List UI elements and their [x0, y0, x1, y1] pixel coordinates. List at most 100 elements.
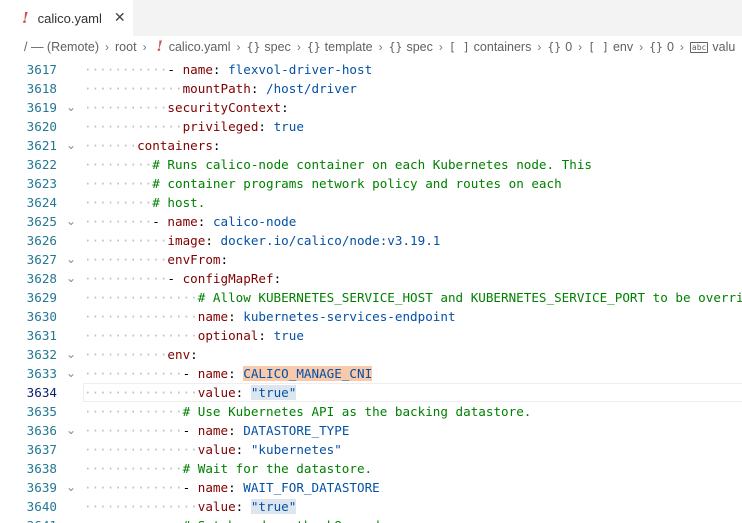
yaml-punctuation: :	[250, 81, 266, 96]
code-text[interactable]: ·············- name: CALICO_MANAGE_CNI	[84, 364, 373, 383]
yaml-value: true	[273, 328, 304, 343]
breadcrumb-item[interactable]: {} template	[307, 40, 373, 54]
code-text[interactable]: ·······containers:	[84, 136, 221, 155]
breadcrumb-item[interactable]: abc valu	[689, 40, 735, 54]
code-line[interactable]: 3620 ·············privileged: true	[0, 117, 742, 136]
breadcrumb-label: spec	[264, 40, 291, 54]
code-line[interactable]: 3619 ⌄ ···········securityContext:	[0, 98, 742, 117]
fold-chevron-icon[interactable]: ⌄	[66, 136, 80, 155]
breadcrumb-item[interactable]: / — (Remote)	[24, 40, 99, 54]
code-text[interactable]: ···············# Allow KUBERNETES_SERVIC…	[84, 288, 742, 307]
code-text[interactable]: ···············name: kubernetes-services…	[84, 307, 456, 326]
code-text[interactable]: ·········# host.	[84, 193, 205, 212]
breadcrumb-item[interactable]: {} spec	[389, 40, 433, 54]
code-text[interactable]: ·········# container programs network po…	[84, 174, 562, 193]
code-line[interactable]: 3638 ·············# Wait for the datastor…	[0, 459, 742, 478]
fold-chevron-icon[interactable]: ⌄	[66, 212, 80, 231]
yaml-punctuation: :	[273, 271, 282, 286]
fold-chevron-icon[interactable]: ⌄	[66, 421, 80, 440]
line-number: 3618	[26, 81, 57, 96]
line-number: 3620	[26, 119, 57, 134]
code-line[interactable]: 3625 ⌄ ·········- name: calico-node	[0, 212, 742, 231]
code-text[interactable]: ···············optional: true	[84, 326, 304, 345]
code-text[interactable]: ···········env:	[84, 345, 198, 364]
code-line[interactable]: 3636 ⌄ ·············- name: DATASTORE_TYPE	[0, 421, 742, 440]
code-text[interactable]: ···········envFrom:	[84, 250, 228, 269]
breadcrumb-item[interactable]: [ ] containers	[449, 40, 531, 54]
code-text[interactable]: ···············value: "true"	[84, 497, 297, 516]
code-line[interactable]: 3621 ⌄ ·······containers:	[0, 136, 742, 155]
code-text[interactable]: ···········- name: flexvol-driver-host	[84, 60, 372, 79]
code-line[interactable]: 3635 ·············# Use Kubernetes API as…	[0, 402, 742, 421]
code-text[interactable]: ···············value: "kubernetes"	[84, 440, 342, 459]
code-line[interactable]: 3627 ⌄ ···········envFrom:	[0, 250, 742, 269]
code-text[interactable]: ·············# Set based on the k8s node…	[84, 516, 433, 523]
code-line[interactable]: 3622 ·········# Runs calico-node containe…	[0, 155, 742, 174]
code-line[interactable]: 3632 ⌄ ···········env:	[0, 345, 742, 364]
line-number: 3621	[26, 138, 57, 153]
code-line[interactable]: 3631 ···············optional: true	[0, 326, 742, 345]
array-icon: [ ]	[588, 40, 609, 54]
current-code-line[interactable]: 3634 ···············value: "true"	[0, 383, 742, 402]
breadcrumb-item[interactable]: [ ] env	[588, 40, 633, 54]
code-text[interactable]: ·············- name: DATASTORE_TYPE	[84, 421, 349, 440]
code-text[interactable]: ···············value: "true"	[84, 383, 297, 402]
yaml-punctuation: :	[258, 119, 274, 134]
code-line[interactable]: 3639 ⌄ ·············- name: WAIT_FOR_DATAS…	[0, 478, 742, 497]
breadcrumb-separator-icon: ›	[679, 40, 684, 54]
code-text[interactable]: ·············- name: WAIT_FOR_DATASTORE	[84, 478, 380, 497]
yaml-key: envFrom	[167, 252, 221, 267]
code-text[interactable]: ·············# Wait for the datastore.	[84, 459, 372, 478]
fold-chevron-icon[interactable]: ⌄	[66, 269, 80, 288]
code-text[interactable]: ·············# Use Kubernetes API as the…	[84, 402, 531, 421]
breadcrumb-item[interactable]: {} 0	[649, 40, 674, 54]
code-line[interactable]: 3629 ···············# Allow KUBERNETES_SE…	[0, 288, 742, 307]
code-line[interactable]: 3623 ·········# container programs networ…	[0, 174, 742, 193]
breadcrumb-item[interactable]: root	[115, 40, 137, 54]
code-editor[interactable]: 3617 ···········- name: flexvol-driver-ho…	[0, 58, 742, 523]
whitespace-marker: ·············	[84, 119, 183, 134]
yaml-value: CALICO_MANAGE_CNI	[243, 366, 373, 381]
yaml-comment: # Allow KUBERNETES_SERVICE_HOST and KUBE…	[197, 290, 742, 305]
yaml-key: mountPath	[182, 81, 251, 96]
code-text[interactable]: ·············privileged: true	[84, 117, 304, 136]
fold-chevron-icon[interactable]: ⌄	[66, 478, 80, 497]
code-line[interactable]: 3628 ⌄ ···········- configMapRef:	[0, 269, 742, 288]
yaml-key: name	[197, 366, 229, 381]
yaml-comment: # container programs network policy and …	[152, 176, 562, 191]
yaml-punctuation: -	[167, 62, 183, 77]
fold-chevron-icon[interactable]: ⌄	[66, 345, 80, 364]
breadcrumb-item[interactable]: {} 0	[547, 40, 572, 54]
code-line[interactable]: 3630 ···············name: kubernetes-serv…	[0, 307, 742, 326]
line-number: 3635	[26, 404, 57, 419]
yaml-value: kubernetes-services-endpoint	[243, 309, 456, 324]
array-icon: [ ]	[448, 40, 470, 54]
code-line[interactable]: 3618 ·············mountPath: /host/driver	[0, 79, 742, 98]
code-line[interactable]: 3617 ···········- name: flexvol-driver-ho…	[0, 60, 742, 79]
fold-chevron-icon[interactable]: ⌄	[66, 98, 80, 117]
code-line[interactable]: 3637 ···············value: "kubernetes"	[0, 440, 742, 459]
code-line[interactable]: 3633 ⌄ ·············- name: CALICO_MANAGE_…	[0, 364, 742, 383]
object-icon: {}	[246, 40, 261, 54]
code-text[interactable]: ·········# Runs calico-node container on…	[84, 155, 592, 174]
code-line[interactable]: 3640 ···············value: "true"	[0, 497, 742, 516]
code-text[interactable]: ·········- name: calico-node	[84, 212, 296, 231]
tab-calico-yaml[interactable]: ! calico.yaml ✕	[0, 0, 133, 36]
code-text[interactable]: ·············mountPath: /host/driver	[84, 79, 357, 98]
code-line[interactable]: 3624 ·········# host.	[0, 193, 742, 212]
code-line[interactable]: 3626 ···········image: docker.io/calico/n…	[0, 231, 742, 250]
code-text[interactable]: ···········image: docker.io/calico/node:…	[84, 231, 440, 250]
breadcrumb-item[interactable]: ! calico.yaml	[153, 39, 231, 55]
fold-chevron-icon[interactable]: ⌄	[66, 250, 80, 269]
code-text[interactable]: ···········securityContext:	[84, 98, 289, 117]
code-text[interactable]: ···········- configMapRef:	[84, 269, 281, 288]
whitespace-marker: ···········	[84, 62, 168, 77]
breadcrumb-label: env	[612, 40, 634, 54]
breadcrumb-item[interactable]: {} spec	[247, 40, 291, 54]
yaml-punctuation: :	[190, 347, 198, 362]
fold-chevron-icon[interactable]: ⌄	[66, 364, 80, 383]
close-icon[interactable]: ✕	[114, 10, 126, 26]
code-line[interactable]: 3641 ·············# Set based on the k8s …	[0, 516, 742, 523]
breadcrumb-label: 0	[666, 40, 674, 54]
yaml-key: name	[182, 62, 213, 77]
